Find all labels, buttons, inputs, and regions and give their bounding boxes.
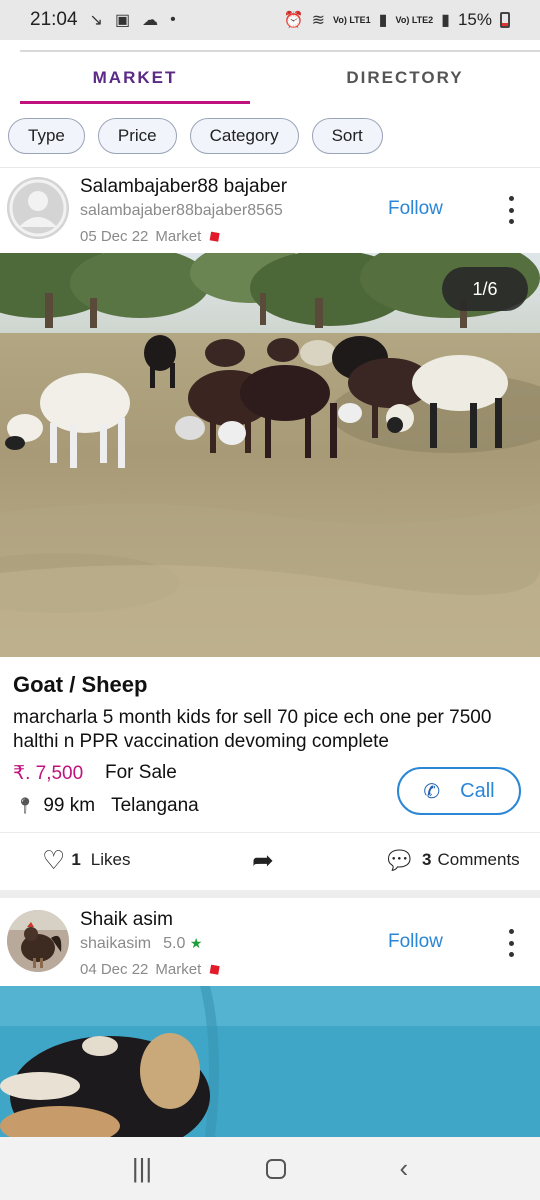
- post-separator: [0, 890, 540, 898]
- listing-status: For Sale: [105, 762, 177, 783]
- call-label: Call: [460, 779, 495, 802]
- listing-title: Goat / Sheep: [13, 672, 148, 697]
- goats-grazing-image: [0, 253, 540, 657]
- heart-icon: ♡: [42, 845, 66, 875]
- share-button[interactable]: ➦: [252, 847, 274, 873]
- follow-button[interactable]: Follow: [388, 198, 443, 220]
- follow-button[interactable]: Follow: [388, 931, 443, 953]
- sim1-label: Vo) LTE1: [333, 14, 371, 25]
- listing-location: 📍︎ 99 km Telangana: [15, 795, 199, 817]
- filter-category-chip[interactable]: Category: [189, 117, 299, 154]
- seller-handle: shaikasim 5.0 ★: [80, 935, 202, 953]
- filter-bar: Type Price Category Sort: [0, 104, 540, 168]
- recent-apps-icon[interactable]: |||: [132, 1153, 152, 1184]
- post-actions: ♡ 1 Likes ➦ 💬︎ 3 Comments: [0, 832, 540, 890]
- home-icon[interactable]: [265, 1158, 286, 1179]
- post-header: Shaik asim shaikasim 5.0 ★ 04 Dec 22 Mark…: [0, 903, 540, 987]
- seller-handle: salambajaber88bajaber8565: [80, 202, 283, 219]
- tag-icon: ◆: [204, 225, 225, 247]
- listing-description: marcharla 5 month kids for sell 70 pice …: [13, 707, 492, 752]
- phone-icon: ✆: [423, 780, 441, 803]
- comments-label: Comments: [437, 850, 520, 869]
- sim2-label: Vo) LTE2: [395, 14, 434, 25]
- post-header: Salambajaber88 bajaber salambajaber88baj…: [0, 170, 540, 254]
- signal-icon: ▮: [378, 12, 388, 29]
- divider: [20, 50, 540, 52]
- comments-button[interactable]: 💬︎ 3 Comments: [383, 847, 520, 873]
- star-icon: ★: [189, 935, 203, 951]
- filter-type-chip[interactable]: Type: [8, 117, 85, 154]
- notification-dot-icon: •: [170, 11, 176, 28]
- post-section: Market: [155, 227, 202, 245]
- wifi-icon: ≋: [311, 12, 325, 29]
- share-icon: ➦: [252, 845, 274, 875]
- signal-icon: ▮: [441, 12, 450, 29]
- more-icon[interactable]: [503, 929, 519, 957]
- seller-name[interactable]: Salambajaber88 bajaber: [80, 176, 287, 198]
- alarm-icon: ⏰: [283, 12, 304, 29]
- comment-icon: 💬︎: [383, 845, 417, 875]
- goat-head-image: [0, 986, 540, 1137]
- filter-price-chip[interactable]: Price: [97, 117, 177, 154]
- avatar[interactable]: [7, 177, 69, 239]
- seller-name[interactable]: Shaik asim: [80, 909, 173, 931]
- battery-icon: [500, 12, 510, 28]
- post-date: 04 Dec 22: [80, 960, 149, 978]
- more-icon[interactable]: [503, 196, 519, 224]
- tag-icon: ◆: [204, 958, 225, 980]
- tab-directory[interactable]: DIRECTORY: [290, 68, 520, 88]
- likes-label: Likes: [90, 850, 131, 869]
- post-section: Market: [155, 960, 202, 978]
- back-icon[interactable]: ‹: [399, 1153, 408, 1184]
- avatar[interactable]: [7, 910, 69, 972]
- gallery-icon: ▣: [114, 12, 131, 29]
- listing-state: Telangana: [111, 795, 199, 816]
- call-button[interactable]: ✆ Call: [397, 767, 521, 815]
- comments-count: 3: [422, 850, 432, 869]
- cloud-icon: ☁: [142, 12, 159, 29]
- system-nav-bar: ||| ‹: [0, 1137, 540, 1200]
- listing-price: ₹. 7,500: [13, 763, 84, 784]
- status-time: 21:04: [30, 9, 78, 30]
- default-avatar-icon: [7, 177, 69, 239]
- battery-percent: 15%: [457, 10, 492, 29]
- likes-count: 1: [71, 850, 81, 869]
- post-date: 05 Dec 22: [80, 227, 149, 245]
- rooster-avatar-image: [7, 910, 69, 972]
- status-bar: 21:04 ↘ ▣ ☁ • ⏰ ≋ Vo) LTE1 ▮ Vo) LTE2 ▮ …: [0, 0, 540, 40]
- tab-bar: MARKET DIRECTORY: [0, 40, 540, 104]
- seller-handle-text: shaikasim: [80, 935, 152, 952]
- location-pin-icon: 📍︎: [15, 798, 36, 815]
- listing-photo[interactable]: [0, 986, 540, 1137]
- listing-distance: 99 km: [43, 795, 96, 816]
- filter-sort-chip[interactable]: Sort: [311, 117, 383, 154]
- missed-call-icon: ↘: [89, 12, 103, 29]
- like-button[interactable]: ♡ 1 Likes: [42, 847, 130, 873]
- seller-rating: 5.0: [163, 935, 186, 952]
- tab-market[interactable]: MARKET: [20, 68, 250, 88]
- post-meta: 05 Dec 22 Market ◆: [80, 226, 225, 247]
- post-meta: 04 Dec 22 Market ◆: [80, 959, 225, 980]
- listing-photo[interactable]: 1/6: [0, 253, 540, 657]
- image-counter: 1/6: [442, 267, 528, 311]
